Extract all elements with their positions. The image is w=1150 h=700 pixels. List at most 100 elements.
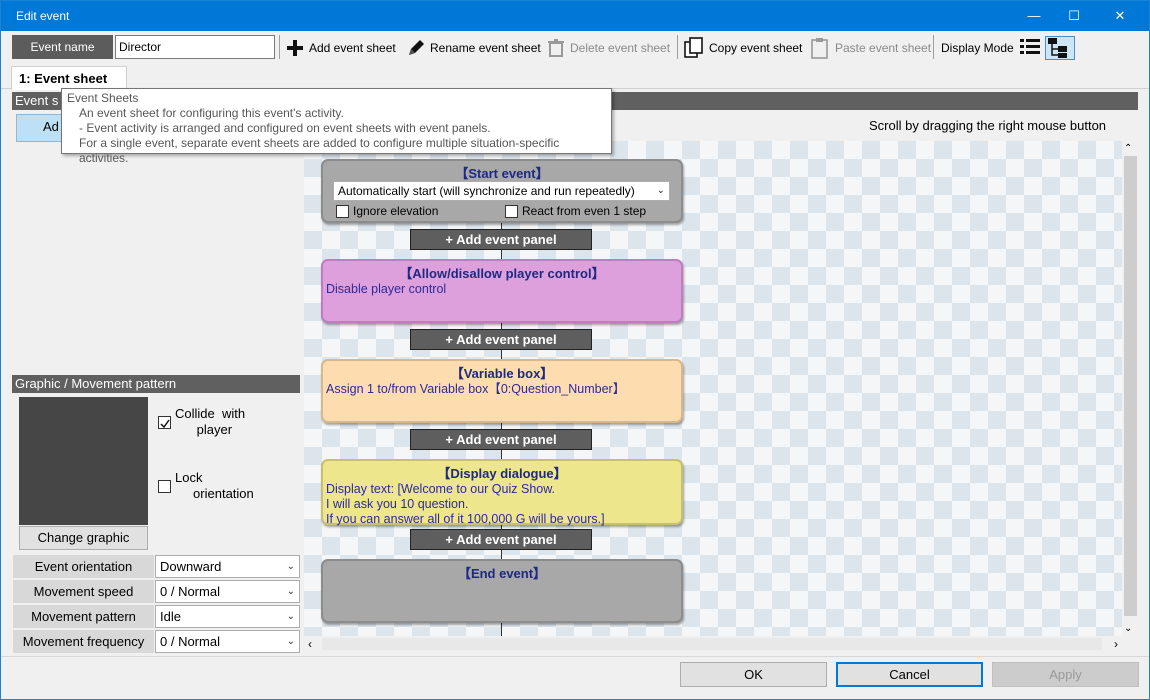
movement-speed-value: 0 / Normal: [160, 584, 220, 599]
display-dialogue-panel[interactable]: 【Display dialogue】 Display text: [Welcom…: [321, 459, 683, 526]
graphic-movement-header: Graphic / Movement pattern: [12, 375, 300, 393]
trash-icon: [548, 39, 564, 57]
panel-title: 【Display dialogue】: [437, 466, 567, 481]
copy-event-sheet-label: Copy event sheet: [709, 41, 803, 55]
chevron-down-icon: ⌄: [286, 561, 295, 572]
panel-title: 【Variable box】: [450, 366, 554, 381]
rename-event-sheet-label: Rename event sheet: [430, 41, 541, 55]
change-graphic-button[interactable]: Change graphic: [19, 526, 148, 550]
event-name-label: Event name: [12, 35, 113, 59]
panel-body: Display text: [Welcome to our Quiz Show.…: [326, 482, 605, 526]
tooltip-line: An event sheet for configuring this even…: [79, 106, 344, 120]
movement-speed-select[interactable]: 0 / Normal ⌄: [155, 580, 300, 603]
scroll-hint: Scroll by dragging the right mouse butto…: [869, 118, 1107, 133]
chevron-down-icon[interactable]: ⌄: [1124, 623, 1132, 634]
end-event-title: 【End event】: [457, 566, 547, 581]
start-event-panel[interactable]: 【Start event】 Automatically start (will …: [321, 159, 683, 223]
edit-event-window: Edit event — ☐ ✕ Event name Add event sh…: [0, 0, 1150, 700]
event-orientation-select[interactable]: Downward ⌄: [155, 555, 300, 578]
add-event-panel-button[interactable]: + Add event panel: [410, 329, 592, 350]
chevron-up-icon[interactable]: ⌃: [1124, 143, 1132, 154]
separator: [933, 35, 934, 59]
chevron-down-icon: ⌄: [656, 185, 665, 196]
event-orientation-label: Event orientation: [13, 555, 154, 578]
add-event-sheet-label: Add event sheet: [309, 41, 396, 55]
chevron-down-icon: ⌄: [286, 611, 295, 622]
collide-label: Collide with player: [175, 406, 246, 437]
check-icon: [160, 419, 170, 429]
add-event-panel-button[interactable]: + Add event panel: [410, 529, 592, 550]
lock-orientation-label: Lock orientation: [175, 470, 254, 501]
chevron-right-icon[interactable]: ›: [1114, 637, 1118, 651]
horizontal-scrollbar[interactable]: ‹ ›: [304, 636, 1122, 653]
movement-pattern-value: Idle: [160, 609, 181, 624]
chevron-down-icon: ⌄: [286, 636, 295, 647]
tooltip-line: - Event activity is arranged and configu…: [79, 121, 491, 135]
panel-title: 【Allow/disallow player control】: [399, 266, 605, 281]
start-trigger-select[interactable]: Automatically start (will synchronize an…: [333, 181, 670, 201]
delete-event-sheet-label: Delete event sheet: [570, 41, 671, 55]
add-button[interactable]: Ad: [16, 114, 66, 142]
movement-pattern-select[interactable]: Idle ⌄: [155, 605, 300, 628]
event-name-input[interactable]: [115, 35, 275, 59]
movement-frequency-value: 0 / Normal: [160, 634, 220, 649]
display-mode-label: Display Mode: [941, 41, 1014, 55]
variable-box-panel[interactable]: 【Variable box】 Assign 1 to/from Variable…: [321, 359, 683, 423]
list-icon: [1020, 39, 1040, 54]
ignore-elevation-checkbox[interactable]: [336, 205, 349, 218]
player-control-panel[interactable]: 【Allow/disallow player control】 Disable …: [321, 259, 683, 323]
clipboard-icon: [811, 38, 828, 59]
rename-event-sheet-button[interactable]: Rename event sheet: [406, 36, 541, 60]
add-event-panel-button[interactable]: + Add event panel: [410, 429, 592, 450]
window-title: Edit event: [16, 9, 70, 23]
copy-event-sheet-button[interactable]: Copy event sheet: [683, 36, 802, 60]
end-event-panel[interactable]: 【End event】: [321, 559, 683, 623]
scroll-track[interactable]: [322, 638, 1102, 650]
collide-checkbox[interactable]: [158, 416, 171, 429]
separator: [279, 35, 280, 59]
tooltip-title: Event Sheets: [67, 91, 139, 105]
copy-icon: [684, 37, 703, 58]
vertical-scrollbar[interactable]: ⌃ ⌄: [1122, 141, 1139, 636]
tooltip-line: For a single event, separate event sheet…: [79, 136, 560, 165]
lock-orientation-checkbox[interactable]: [158, 480, 171, 493]
movement-frequency-label: Movement frequency: [13, 630, 154, 653]
toolbar: Event name Add event sheet Rename event …: [1, 33, 1149, 61]
flowchart-icon: [1048, 38, 1067, 58]
start-trigger-value: Automatically start (will synchronize an…: [338, 184, 635, 198]
maximize-button[interactable]: ☐: [1051, 1, 1097, 31]
paste-event-sheet-button[interactable]: Paste event sheet: [809, 36, 931, 60]
footer-divider: [1, 656, 1149, 657]
tab-event-sheet-1[interactable]: 1: Event sheet: [11, 66, 127, 90]
graphic-preview[interactable]: [19, 397, 148, 525]
chevron-left-icon[interactable]: ‹: [308, 637, 312, 651]
ignore-elevation-label: Ignore elevation: [353, 204, 439, 218]
plus-icon: [287, 40, 303, 56]
add-event-sheet-button[interactable]: Add event sheet: [285, 36, 396, 60]
movement-speed-label: Movement speed: [13, 580, 154, 603]
event-canvas[interactable]: 【Start event】 Automatically start (will …: [304, 141, 1122, 636]
cancel-button[interactable]: Cancel: [836, 662, 983, 687]
separator: [677, 35, 678, 59]
list-view-button[interactable]: [1019, 36, 1045, 60]
sheet-tabs: 1: Event sheet: [1, 63, 1149, 90]
chevron-down-icon: ⌄: [286, 586, 295, 597]
react-step-checkbox[interactable]: [505, 205, 518, 218]
paste-event-sheet-label: Paste event sheet: [835, 41, 932, 55]
close-button[interactable]: ✕: [1097, 1, 1143, 31]
movement-frequency-select[interactable]: 0 / Normal ⌄: [155, 630, 300, 653]
scroll-thumb[interactable]: [1124, 156, 1137, 616]
pencil-icon: [409, 40, 424, 55]
react-step-label: React from even 1 step: [522, 204, 647, 218]
add-event-panel-button[interactable]: + Add event panel: [410, 229, 592, 250]
tooltip: Event Sheets An event sheet for configur…: [61, 88, 612, 165]
ok-button[interactable]: OK: [680, 662, 827, 687]
panel-body: Disable player control: [326, 282, 447, 296]
delete-event-sheet-button[interactable]: Delete event sheet: [546, 36, 670, 60]
event-orientation-value: Downward: [160, 559, 222, 574]
movement-pattern-label: Movement pattern: [13, 605, 154, 628]
panel-body: Assign 1 to/from Variable box【0:Question…: [326, 382, 626, 396]
flowchart-view-button[interactable]: [1045, 36, 1075, 60]
title-bar: Edit event — ☐ ✕: [1, 1, 1149, 31]
apply-button[interactable]: Apply: [992, 662, 1139, 687]
